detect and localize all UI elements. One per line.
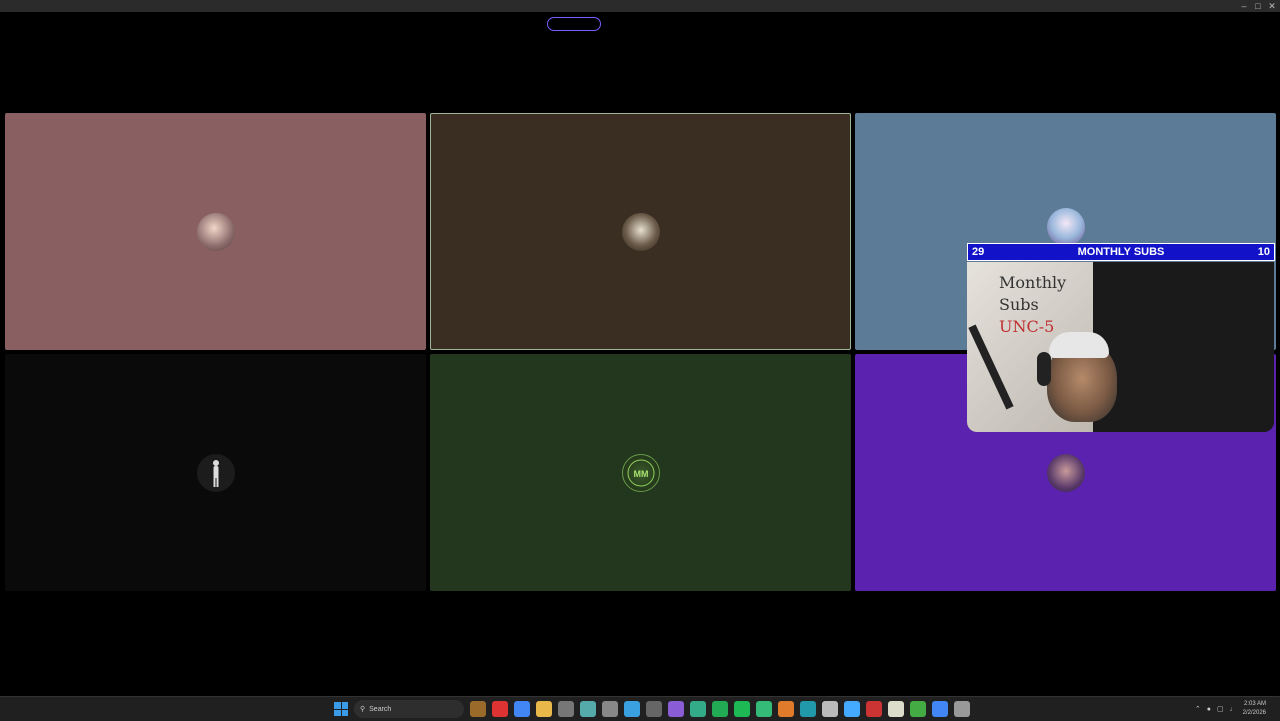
clock-date: 2/2/2026 bbox=[1242, 710, 1266, 716]
microphone-icon[interactable]: ● bbox=[1207, 706, 1211, 713]
taskbar-app-icon[interactable] bbox=[844, 701, 860, 717]
streamer-webcam: Monthly Subs UNC-5 bbox=[967, 262, 1274, 432]
taskbar-app-icon[interactable] bbox=[514, 701, 530, 717]
participant-tile-5[interactable]: MM bbox=[430, 354, 851, 591]
window-titlebar: – □ ✕ bbox=[0, 0, 1280, 12]
close-button[interactable]: ✕ bbox=[1268, 0, 1276, 12]
participant-avatar bbox=[196, 453, 235, 492]
headset bbox=[1037, 352, 1051, 386]
monthly-subs-goal-bar: 29 MONTHLY SUBS 10 bbox=[967, 243, 1275, 261]
sub-count-left: 29 bbox=[972, 246, 985, 258]
taskbar-app-icon[interactable] bbox=[580, 701, 596, 717]
taskbar-app-icon[interactable] bbox=[712, 701, 728, 717]
taskbar-app-icon[interactable] bbox=[558, 701, 574, 717]
taskbar-app-icon[interactable] bbox=[910, 701, 926, 717]
taskbar-app-icon[interactable] bbox=[668, 701, 684, 717]
taskbar-app-icon[interactable] bbox=[470, 701, 486, 717]
participant-tile-4[interactable] bbox=[5, 354, 426, 591]
emblem-icon: MM bbox=[627, 459, 654, 486]
volume-icon[interactable]: ♩ bbox=[1230, 706, 1237, 713]
chevron-up-icon[interactable]: ⌃ bbox=[1195, 705, 1201, 713]
system-tray: ⌃ ● ▢ ♩ 2:03 AM 2/2/2026 bbox=[1195, 699, 1266, 719]
window-controls: – □ ✕ bbox=[1240, 0, 1276, 12]
taskbar-app-icon[interactable] bbox=[778, 701, 794, 717]
taskbar-app-icon[interactable] bbox=[800, 701, 816, 717]
taskbar-app-icon[interactable] bbox=[492, 701, 508, 717]
taskbar-app-icon[interactable] bbox=[954, 701, 970, 717]
participant-tile-2-active-speaker[interactable] bbox=[430, 113, 851, 350]
taskbar-app-icons bbox=[470, 701, 970, 717]
taskbar-clock[interactable]: 2:03 AM 2/2/2026 bbox=[1243, 700, 1266, 718]
taskbar-app-icon[interactable] bbox=[756, 701, 772, 717]
taskbar-app-icon[interactable] bbox=[624, 701, 640, 717]
participant-avatar bbox=[196, 212, 235, 251]
start-button[interactable] bbox=[334, 702, 348, 716]
taskbar-app-icon[interactable] bbox=[822, 701, 838, 717]
network-icon[interactable]: ▢ bbox=[1217, 705, 1224, 713]
windows-taskbar: ⚲ Search ⌃ ● ▢ ♩ 2:03 AM 2/2/2026 bbox=[0, 696, 1280, 721]
recording-indicator-pill[interactable] bbox=[547, 17, 601, 31]
maximize-button[interactable]: □ bbox=[1254, 0, 1262, 12]
taskbar-search[interactable]: ⚲ Search bbox=[354, 700, 464, 718]
sub-goal-title: MONTHLY SUBS bbox=[1077, 246, 1165, 258]
participant-avatar bbox=[1046, 453, 1085, 492]
clock-time: 2:03 AM bbox=[1243, 701, 1266, 707]
svg-text:MM: MM bbox=[633, 469, 648, 479]
participant-avatar bbox=[621, 212, 660, 251]
taskbar-app-icon[interactable] bbox=[646, 701, 662, 717]
silhouette-icon bbox=[212, 459, 219, 487]
minimize-button[interactable]: – bbox=[1240, 0, 1248, 12]
taskbar-app-icon[interactable] bbox=[932, 701, 948, 717]
search-icon: ⚲ bbox=[360, 706, 366, 713]
participant-avatar: MM bbox=[621, 453, 660, 492]
participant-avatar bbox=[1046, 207, 1085, 246]
taskbar-app-icon[interactable] bbox=[690, 701, 706, 717]
search-placeholder: Search bbox=[369, 705, 392, 713]
sub-count-right: 10 bbox=[1257, 246, 1270, 258]
streamer-cap bbox=[1049, 332, 1109, 358]
whiteboard-text: Monthly Subs UNC-5 bbox=[999, 272, 1093, 338]
taskbar-app-icon[interactable] bbox=[602, 701, 618, 717]
participant-tile-1[interactable] bbox=[5, 113, 426, 350]
taskbar-app-icon[interactable] bbox=[888, 701, 904, 717]
taskbar-app-icon[interactable] bbox=[734, 701, 750, 717]
whiteboard-line-1: Monthly Subs bbox=[999, 273, 1067, 314]
taskbar-app-icon[interactable] bbox=[536, 701, 552, 717]
taskbar-app-icon[interactable] bbox=[866, 701, 882, 717]
